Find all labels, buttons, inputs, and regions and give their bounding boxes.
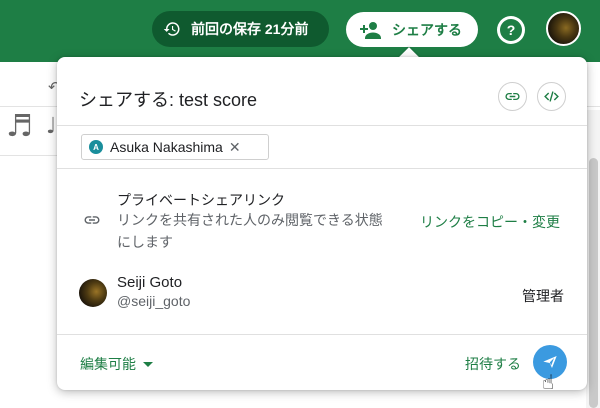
recipient-chip[interactable]: A Asuka Nakashima ✕: [81, 134, 269, 160]
member-handle: @seiji_goto: [117, 293, 191, 309]
link-icon: [83, 211, 101, 229]
member-avatar: [79, 279, 107, 307]
divider: [57, 168, 587, 169]
copy-change-link[interactable]: リンクをコピー・変更: [420, 212, 560, 232]
member-name: Seiji Goto: [117, 274, 183, 291]
quarter-note-icon[interactable]: ♩: [46, 116, 56, 138]
private-link-title: プライベートシェアリンク: [117, 192, 285, 208]
beamed-notes-icon[interactable]: ♬: [6, 112, 33, 142]
account-avatar[interactable]: [546, 11, 581, 46]
share-button-label: シェアする: [392, 21, 462, 38]
dialog-title: シェアする: test score: [79, 90, 258, 110]
divider: [57, 334, 587, 335]
send-icon: [542, 354, 558, 370]
permission-dropdown[interactable]: 編集可能: [80, 354, 153, 374]
person-add-icon: [359, 20, 383, 40]
last-saved-indicator[interactable]: 前回の保存 21分前: [152, 11, 329, 47]
hand-pointer-cursor-icon: ☝: [542, 370, 555, 394]
divider: [57, 125, 587, 126]
copy-link-button[interactable]: [498, 82, 527, 111]
last-saved-label: 前回の保存 21分前: [191, 21, 309, 37]
member-role: 管理者: [522, 288, 564, 304]
help-button[interactable]: ?: [497, 16, 525, 44]
code-icon: [543, 88, 560, 105]
embed-code-button[interactable]: [537, 82, 566, 111]
remove-recipient-icon[interactable]: ✕: [229, 139, 241, 156]
history-icon: [163, 20, 181, 38]
recipient-name: Asuka Nakashima: [110, 139, 223, 155]
scrollbar-thumb[interactable]: [589, 158, 598, 408]
permission-label: 編集可能: [80, 356, 136, 372]
help-icon: ?: [500, 19, 522, 41]
chevron-down-icon: [143, 361, 153, 367]
link-icon: [504, 88, 521, 105]
recipient-avatar: A: [89, 140, 103, 154]
invite-label[interactable]: 招待する: [465, 354, 521, 374]
share-button[interactable]: シェアする: [346, 12, 478, 47]
private-link-description: リンクを共有された人のみ閲覧できる状態にします: [117, 212, 383, 250]
